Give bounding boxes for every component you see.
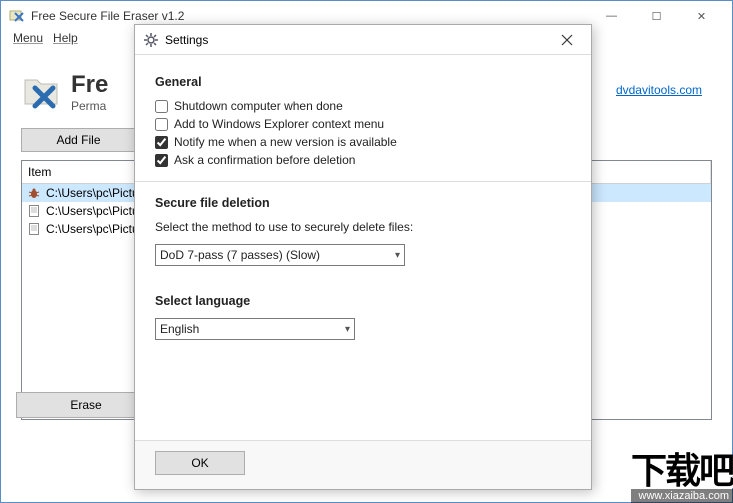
dialog-title: Settings [165,33,549,47]
website-link[interactable]: dvdavitools.com [616,83,702,97]
shutdown-checkbox[interactable] [155,100,168,113]
confirm-label: Ask a confirmation before deletion [174,153,355,167]
shutdown-checkbox-row[interactable]: Shutdown computer when done [155,99,571,113]
dialog-body: General Shutdown computer when done Add … [135,55,591,440]
dialog-footer: OK [135,440,591,489]
explorer-checkbox[interactable] [155,118,168,131]
window-controls: — ☐ ✕ [589,2,724,30]
explorer-checkbox-row[interactable]: Add to Windows Explorer context menu [155,117,571,131]
dialog-close-button[interactable] [549,27,585,53]
menu-menu[interactable]: Menu [11,31,45,51]
app-subtitle: Perma [71,99,108,113]
ok-button[interactable]: OK [155,451,245,475]
file-icon [26,221,42,237]
app-icon [9,8,25,24]
confirm-checkbox-row[interactable]: Ask a confirmation before deletion [155,153,571,167]
secure-hint: Select the method to use to securely del… [155,220,571,234]
general-heading: General [155,75,571,89]
file-icon [26,203,42,219]
method-value: DoD 7-pass (7 passes) (Slow) [160,248,320,262]
explorer-label: Add to Windows Explorer context menu [174,117,384,131]
language-heading: Select language [155,294,571,308]
app-title: Fre [71,71,108,99]
minimize-button[interactable]: — [589,2,634,30]
notify-label: Notify me when a new version is availabl… [174,135,397,149]
close-button[interactable]: ✕ [679,2,724,30]
add-file-button[interactable]: Add File [21,128,136,152]
language-combobox[interactable]: English ▾ [155,318,355,340]
dialog-titlebar: Settings [135,25,591,55]
maximize-button[interactable]: ☐ [634,2,679,30]
bug-icon [26,185,42,201]
settings-dialog: Settings General Shutdown computer when … [134,24,592,490]
shutdown-label: Shutdown computer when done [174,99,343,113]
menu-help[interactable]: Help [51,31,80,51]
notify-checkbox[interactable] [155,136,168,149]
chevron-down-icon: ▾ [395,250,400,261]
gear-icon [143,32,159,48]
app-logo [21,72,61,112]
chevron-down-icon: ▾ [345,324,350,335]
secure-heading: Secure file deletion [155,196,571,210]
language-value: English [160,322,199,336]
method-combobox[interactable]: DoD 7-pass (7 passes) (Slow) ▾ [155,244,405,266]
notify-checkbox-row[interactable]: Notify me when a new version is availabl… [155,135,571,149]
separator [135,181,591,182]
window-title: Free Secure File Eraser v1.2 [31,9,589,23]
confirm-checkbox[interactable] [155,154,168,167]
